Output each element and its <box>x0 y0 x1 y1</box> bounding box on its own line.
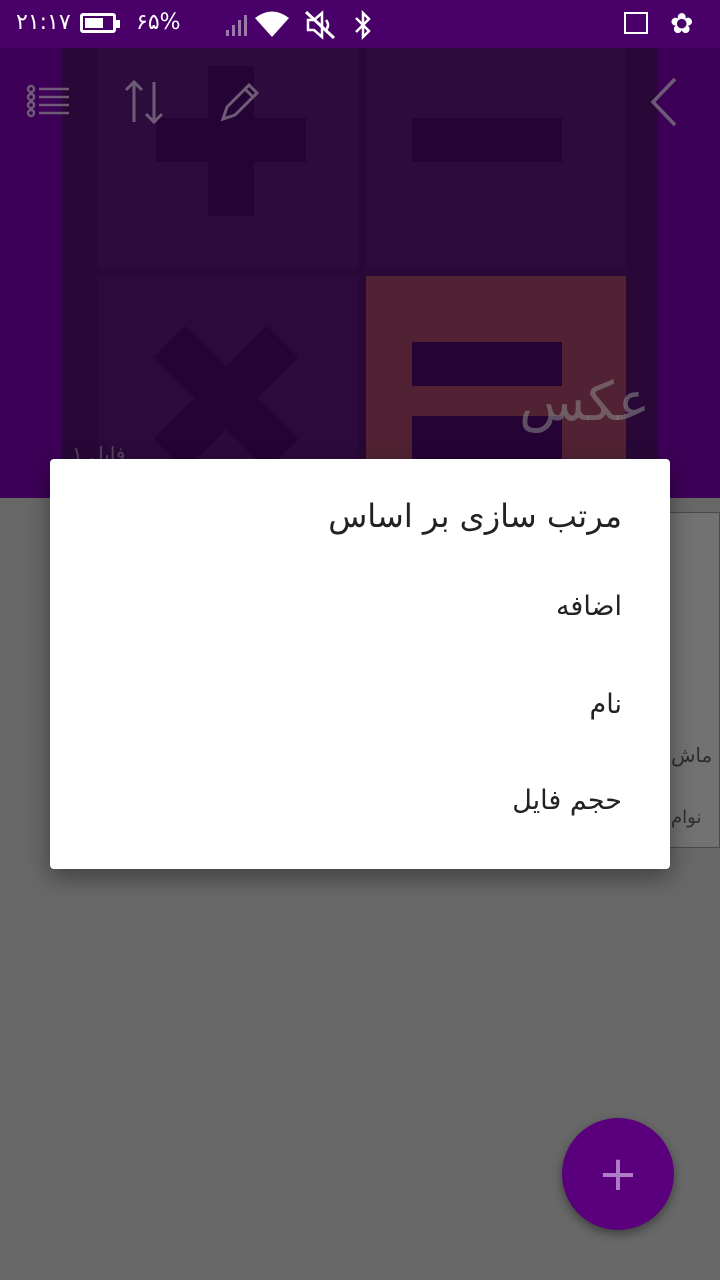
mute-icon <box>304 10 336 40</box>
bluetooth-icon <box>355 10 371 40</box>
sort-option-added[interactable]: اضافه <box>556 591 622 622</box>
dialog-title: مرتب سازی بر اساس <box>328 497 622 535</box>
signal-icon <box>226 15 247 36</box>
wifi-icon <box>255 11 289 37</box>
plus-icon: + <box>597 1146 639 1202</box>
settings-icon: ✿ <box>670 7 694 40</box>
status-time: ۲۱:۱۷ <box>16 10 71 35</box>
image-icon <box>624 12 648 34</box>
status-bar: ۲۱:۱۷ ۶۵% ✿ <box>0 0 720 48</box>
sort-option-name[interactable]: نام <box>590 689 622 720</box>
sort-option-file-size[interactable]: حجم فایل <box>512 785 622 816</box>
battery-percent: ۶۵% <box>136 10 181 35</box>
battery-icon <box>80 13 120 33</box>
add-fab-button[interactable]: + <box>562 1118 674 1230</box>
sort-dialog: مرتب سازی بر اساس اضافه نام حجم فایل <box>50 459 670 869</box>
